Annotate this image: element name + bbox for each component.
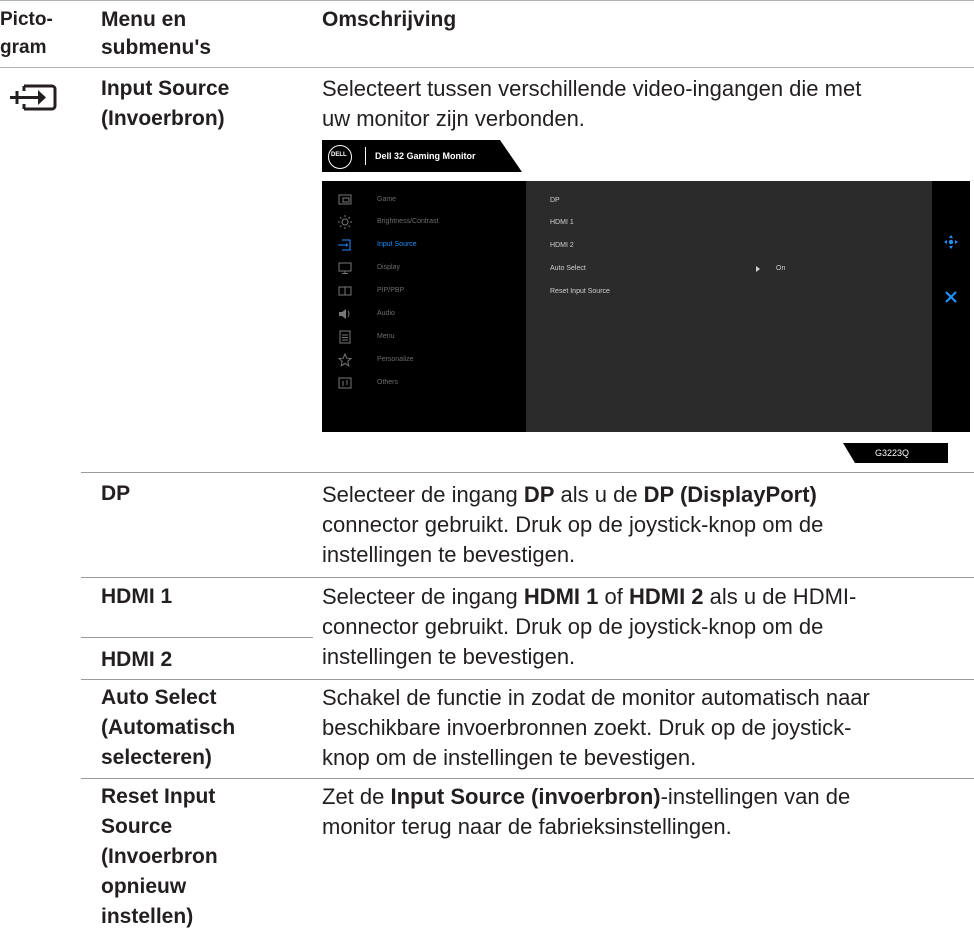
osd-submenu-hdmi2[interactable]: HDMI 2 [550, 242, 574, 249]
menu-icon [339, 330, 351, 344]
text: Zet de [322, 784, 391, 809]
osd-menu-label: Brightness/Contrast [377, 218, 439, 225]
osd-menu-item-display[interactable]: Display [322, 257, 526, 279]
header-rule [0, 67, 974, 68]
osd-submenu-auto-select[interactable]: Auto Select [550, 265, 586, 272]
osd-menu-label: Personalize [377, 356, 414, 363]
osd-menu-item-menu[interactable]: Menu [322, 326, 526, 348]
osd-menu: Game Brightness/Contrast Input Source Di… [322, 181, 526, 432]
bold-text: DP [523, 482, 555, 507]
star-icon [338, 353, 352, 367]
header-menu: Menu en submenu's [101, 8, 212, 59]
text: Selecteer de ingang [322, 584, 524, 609]
hdmi-description: Selecteer de ingang HDMI 1 of HDMI 2 als… [322, 582, 972, 672]
osd-title-tab: DELL Dell 32 Gaming Monitor [322, 140, 522, 172]
row-title-input-source: Input Source (Invoerbron) [101, 77, 230, 130]
model-badge: G3223Q [843, 443, 948, 463]
row-title-dp: DP [101, 482, 131, 505]
text: -instellingen van de [660, 784, 851, 809]
osd-auto-select-value: On [776, 265, 786, 272]
osd-menu-item-game[interactable]: Game [322, 189, 526, 211]
osd-menu-item-personalize[interactable]: Personalize [322, 349, 526, 371]
others-icon [338, 377, 352, 389]
osd-menu-item-input-source[interactable]: Input Source [322, 234, 526, 256]
text: of [598, 584, 629, 609]
top-rule [0, 0, 974, 1]
game-icon [338, 194, 352, 205]
osd-tab-title: Dell 32 Gaming Monitor [375, 151, 476, 161]
osd-menu-label: Input Source [377, 241, 417, 248]
dp-description: Selecteer de ingang DP als u de DP (Disp… [322, 480, 972, 570]
joystick-icon[interactable] [944, 235, 958, 249]
osd-menu-label: Display [377, 264, 400, 271]
osd-submenu: DP HDMI 1 HDMI 2 Auto Select On Reset In… [526, 181, 932, 432]
brightness-icon [338, 215, 352, 229]
osd-menu-label: Menu [377, 333, 395, 340]
input-source-icon [338, 239, 351, 251]
bold-text: HDMI 2 [628, 584, 704, 609]
osd-menu-label: Audio [377, 310, 395, 317]
osd-submenu-hdmi1[interactable]: HDMI 1 [550, 219, 574, 226]
osd-menu-label: Game [377, 196, 397, 203]
bold-text: HDMI 1 [523, 584, 599, 609]
osd-submenu-reset[interactable]: Reset Input Source [550, 288, 610, 295]
input-source-icon [8, 80, 60, 116]
osd-menu-item-brightness[interactable]: Brightness/Contrast [322, 211, 526, 233]
row-title-hdmi1: HDMI 1 [101, 585, 173, 608]
row-title-reset: Reset Input Source (Invoerbron opnieuw i… [101, 785, 218, 928]
audio-icon [339, 309, 350, 319]
reset-description: Zet de Input Source (invoerbron)-instell… [322, 782, 972, 842]
display-icon [338, 262, 352, 274]
osd-menu-item-audio[interactable]: Audio [322, 303, 526, 325]
input-source-description: Selecteert tussen verschillende video-in… [322, 76, 862, 131]
header-pictogram: Picto- gram [0, 9, 53, 58]
section-rule [81, 472, 974, 473]
text: monitor terug naar de fabrieksinstelling… [322, 814, 732, 839]
close-icon[interactable] [945, 291, 957, 303]
text: Selecteer de ingang [322, 482, 524, 507]
osd-tab-divider [365, 147, 366, 165]
header-description: Omschrijving [322, 8, 457, 31]
caret-right-icon [756, 266, 760, 272]
text: als u de [554, 482, 644, 507]
osd-panel: Game Brightness/Contrast Input Source Di… [322, 181, 970, 432]
osd-menu-item-pip[interactable]: PIP/PBP [322, 280, 526, 302]
osd-submenu-dp[interactable]: DP [550, 197, 560, 204]
osd-nav [932, 181, 970, 432]
osd-menu-label: Others [377, 379, 399, 386]
osd-menu-item-others[interactable]: Others [322, 372, 526, 394]
osd-menu-label: PIP/PBP [377, 287, 405, 294]
bold-text: DP (DisplayPort) [643, 482, 817, 507]
text: connector gebruikt. Druk op de joystick-… [322, 614, 824, 669]
pip-icon [338, 286, 352, 296]
row-rule-dp [81, 577, 974, 578]
row-rule-auto [81, 778, 974, 779]
dell-logo-text: DELL [331, 152, 347, 158]
row-title-hdmi2: HDMI 2 [101, 648, 173, 671]
row-rule-hdmi2 [81, 679, 974, 680]
model-label: G3223Q [875, 448, 910, 458]
bold-text: Input Source (invoerbron) [390, 784, 661, 809]
row-rule-hdmi1 [81, 637, 313, 638]
row-title-auto-select: Auto Select (Automatisch selecteren) [101, 686, 236, 769]
auto-select-description: Schakel de functie in zodat de monitor a… [322, 685, 870, 770]
text: connector gebruikt. Druk op de joystick-… [322, 512, 824, 567]
text: als u de HDMI- [703, 584, 857, 609]
